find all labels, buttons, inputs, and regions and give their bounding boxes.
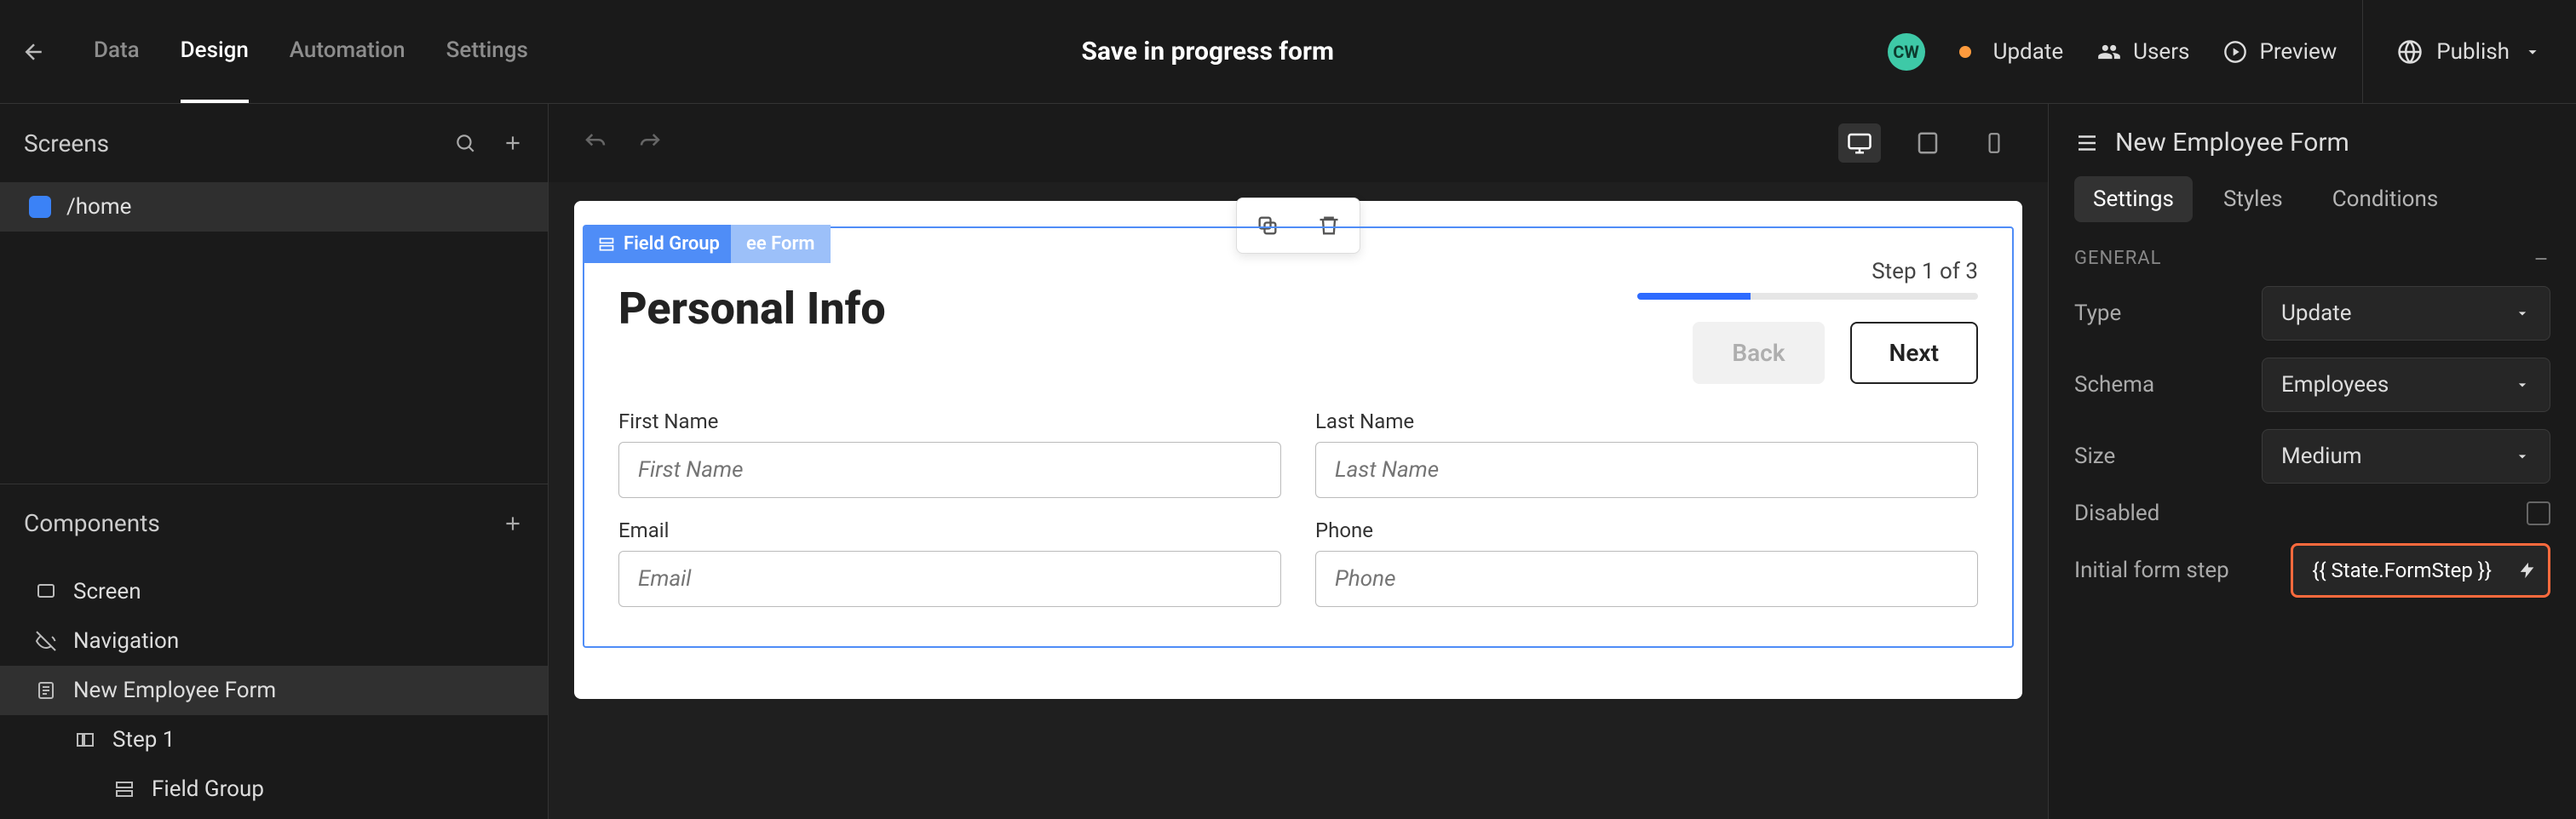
- update-button[interactable]: Update: [1959, 39, 2064, 65]
- select-value: Update: [2281, 301, 2352, 326]
- back-button[interactable]: [0, 39, 68, 65]
- screen-color-icon: [29, 196, 51, 218]
- select-value: Employees: [2281, 372, 2389, 398]
- tree-label: Screen: [73, 579, 141, 604]
- progress-bar: [1637, 293, 1978, 300]
- chevron-down-icon: [2523, 43, 2542, 61]
- tree-step-1[interactable]: Step 1: [0, 715, 548, 765]
- first-name-label: First Name: [618, 410, 1281, 433]
- form-card[interactable]: Field Group ee Form Personal Info Step 1…: [574, 201, 2022, 699]
- tree-screen[interactable]: Screen: [0, 567, 548, 616]
- phone-label: Phone: [1315, 518, 1978, 542]
- redo-icon[interactable]: [637, 130, 663, 156]
- device-desktop[interactable]: [1838, 123, 1881, 163]
- globe-icon: [2397, 39, 2423, 65]
- step-indicator: Step 1 of 3: [1637, 259, 1978, 284]
- email-label: Email: [618, 518, 1281, 542]
- users-label: Users: [2133, 39, 2189, 65]
- step-icon: [73, 730, 97, 750]
- add-screen-icon[interactable]: [502, 132, 524, 154]
- add-component-icon[interactable]: [502, 513, 524, 535]
- next-step-button[interactable]: Next: [1850, 322, 1978, 384]
- device-mobile[interactable]: [1975, 123, 2014, 163]
- components-heading: Components: [24, 509, 160, 537]
- section-general: GENERAL: [2074, 248, 2161, 269]
- screen-item-home[interactable]: /home: [0, 182, 548, 232]
- chevron-down-icon: [2514, 305, 2531, 322]
- tree-label: New Employee Form: [73, 678, 276, 703]
- tab-settings[interactable]: Settings: [446, 0, 528, 103]
- phone-input[interactable]: [1315, 551, 1978, 607]
- navigation-hidden-icon: [34, 631, 58, 651]
- tree-field-group[interactable]: Field Group: [0, 765, 548, 814]
- prop-schema-label: Schema: [2074, 372, 2262, 398]
- prop-initial-step-label: Initial form step: [2074, 558, 2262, 583]
- tree-new-employee-form[interactable]: New Employee Form: [0, 666, 548, 715]
- user-avatar[interactable]: CW: [1888, 33, 1925, 71]
- prop-initial-step-input[interactable]: {{ State.FormStep }}: [2291, 543, 2513, 598]
- publish-label: Publish: [2436, 39, 2510, 65]
- chip-label: Field Group: [624, 233, 720, 255]
- chevron-down-icon: [2514, 376, 2531, 393]
- status-dot-icon: [1959, 46, 1971, 58]
- screens-heading: Screens: [24, 129, 109, 158]
- tab-automation[interactable]: Automation: [290, 0, 405, 103]
- panel-tab-conditions[interactable]: Conditions: [2314, 176, 2458, 222]
- screen-item-label: /home: [66, 194, 131, 220]
- update-label: Update: [1993, 39, 2064, 65]
- last-name-label: Last Name: [1315, 410, 1978, 433]
- play-icon: [2223, 40, 2247, 64]
- prop-size-select[interactable]: Medium: [2262, 429, 2550, 484]
- chevron-down-icon: [2514, 448, 2531, 465]
- panel-tab-settings[interactable]: Settings: [2074, 176, 2193, 222]
- select-value: Medium: [2281, 444, 2362, 469]
- binding-bolt-icon[interactable]: [2506, 543, 2550, 598]
- app-title: Save in progress form: [528, 37, 1888, 66]
- binding-value: {{ State.FormStep }}: [2312, 558, 2492, 582]
- tab-data[interactable]: Data: [94, 0, 140, 103]
- users-icon: [2097, 40, 2121, 64]
- form-icon: [34, 680, 58, 701]
- prop-size-label: Size: [2074, 444, 2262, 469]
- back-step-button[interactable]: Back: [1693, 322, 1824, 384]
- panel-title: New Employee Form: [2115, 128, 2349, 158]
- prop-type-select[interactable]: Update: [2262, 286, 2550, 341]
- form-icon: [2074, 130, 2100, 156]
- email-input[interactable]: [618, 551, 1281, 607]
- selection-chip-form[interactable]: ee Form: [731, 225, 831, 263]
- preview-button[interactable]: Preview: [2223, 39, 2337, 65]
- tab-design[interactable]: Design: [181, 0, 249, 103]
- tree-navigation[interactable]: Navigation: [0, 616, 548, 666]
- users-button[interactable]: Users: [2097, 39, 2189, 65]
- prop-disabled-checkbox[interactable]: [2527, 501, 2550, 525]
- undo-icon[interactable]: [583, 130, 608, 156]
- preview-label: Preview: [2259, 39, 2337, 65]
- prop-disabled-label: Disabled: [2074, 501, 2262, 526]
- device-tablet[interactable]: [1906, 123, 1949, 163]
- tree-label: Step 1: [112, 727, 175, 753]
- tree-label: Field Group: [152, 776, 264, 802]
- collapse-icon[interactable]: [2532, 249, 2550, 268]
- field-group-icon: [112, 779, 136, 799]
- panel-tab-styles[interactable]: Styles: [2205, 176, 2302, 222]
- prop-type-label: Type: [2074, 301, 2262, 326]
- screen-icon: [34, 581, 58, 602]
- last-name-input[interactable]: [1315, 442, 1978, 498]
- chip-label: ee Form: [746, 233, 815, 255]
- publish-button[interactable]: Publish: [2362, 0, 2576, 104]
- prop-schema-select[interactable]: Employees: [2262, 358, 2550, 412]
- tree-label: Navigation: [73, 628, 179, 654]
- form-title: Personal Info: [618, 283, 886, 335]
- search-icon[interactable]: [454, 132, 476, 154]
- selection-chip-field-group[interactable]: Field Group: [583, 225, 735, 263]
- first-name-input[interactable]: [618, 442, 1281, 498]
